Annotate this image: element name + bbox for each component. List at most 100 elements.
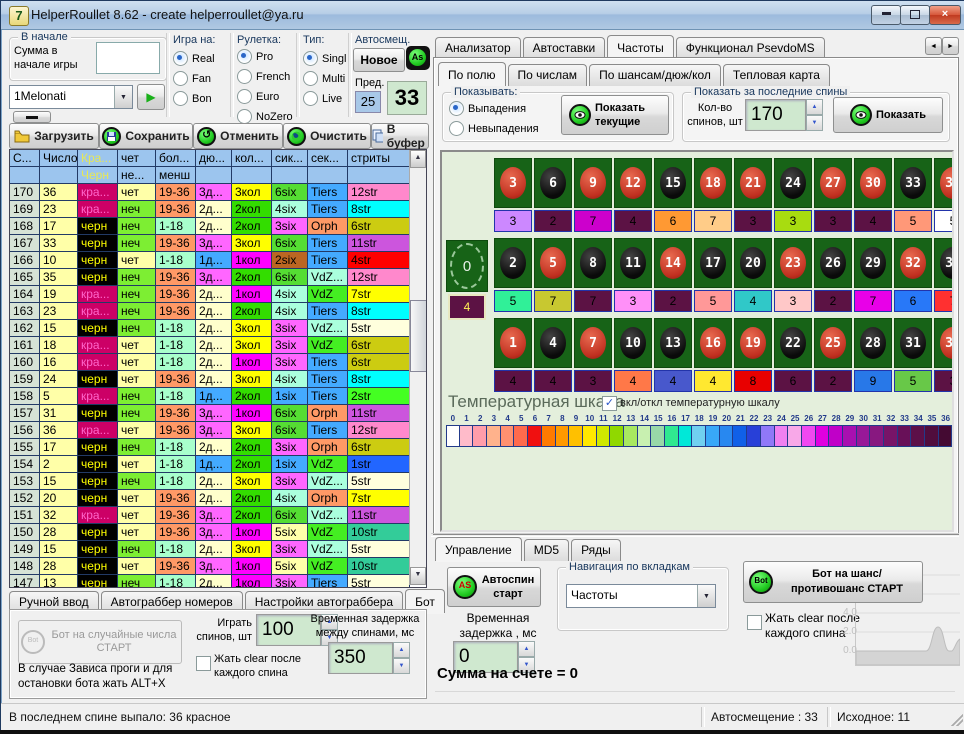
start-sum-input[interactable]	[96, 42, 160, 74]
chevron-down-icon[interactable]: ▼	[697, 585, 715, 607]
table-row[interactable]: 15636кра...чет19-363д...3кол6sixTiers12s…	[10, 422, 410, 439]
color-cell: черн	[78, 490, 118, 507]
spin-delay-stepper[interactable]: 350 ▲▼	[328, 642, 410, 674]
minimize-button[interactable]	[871, 5, 901, 25]
table-row[interactable]: 16733черннеч19-363д...3кол6sixTiers11str	[10, 235, 410, 252]
parity-cell: чет	[118, 252, 156, 269]
table-row[interactable]: 16118кра...чет1-182д...3кол3sixVdZ6str	[10, 337, 410, 354]
table-row[interactable]: 15132кра...чет19-363д...2кол6sixVdZ...11…	[10, 507, 410, 524]
autospin-start-button[interactable]: AS Автоспин старт	[447, 567, 541, 607]
tab-analyzer-Анализатор[interactable]: Анализатор	[435, 37, 521, 59]
table-row[interactable]: 14915черннеч1-182д...3кол3sixVdZ...5str	[10, 541, 410, 558]
collapse-button[interactable]	[13, 111, 51, 123]
table-row[interactable]: 17036кра...чет19-363д...3кол6sixTiers12s…	[10, 184, 410, 201]
show-current-button[interactable]: Показать текущие	[561, 95, 669, 135]
street-cell: 11str	[348, 405, 410, 422]
tabs-scroll-right-icon[interactable]: ►	[942, 37, 959, 55]
temp-scale-checkbox[interactable]: ✓	[602, 396, 617, 411]
as-badge-frame[interactable]: As	[406, 46, 430, 70]
play-button[interactable]: ▶	[137, 84, 165, 110]
preset-select[interactable]: 1Melonati ▼	[9, 85, 133, 109]
spin-down-icon[interactable]: ▼	[393, 658, 410, 674]
table-row[interactable]: 16610чернчет1-181д...1кол2sixTiers4str	[10, 252, 410, 269]
table-row[interactable]: 15315черннеч1-182д...3кол3sixVdZ...5str	[10, 473, 410, 490]
table-row[interactable]: 1585кра...неч1-181д...2кол1sixTiers2str	[10, 388, 410, 405]
table-scrollbar[interactable]: ▲ ▼	[409, 150, 426, 585]
red-number: 18	[700, 167, 726, 199]
table-row[interactable]: 16923кра...неч19-362д...2кол4sixTiers8st…	[10, 201, 410, 218]
table-row[interactable]: 15220чернчет19-362д...2кол4sixOrph7str	[10, 490, 410, 507]
undo-button[interactable]: ↺ Отменить	[193, 123, 283, 149]
red-number: 21	[740, 167, 766, 199]
radio-type-Multi[interactable]: Multi	[303, 71, 346, 86]
close-button[interactable]: ×	[929, 5, 961, 25]
spin-up-icon[interactable]: ▲	[806, 99, 823, 115]
spin-cell: 161	[10, 337, 40, 354]
spin-up-icon[interactable]: ▲	[518, 641, 535, 657]
column-header	[308, 167, 348, 184]
radio-game-on-Real[interactable]: Real	[173, 51, 215, 66]
chevron-down-icon[interactable]: ▼	[114, 86, 132, 108]
table-row[interactable]: 16215черннеч1-182д...3кол3sixVdZ...5str	[10, 320, 410, 337]
tab-analyzer-Функционал PsevdoMS[interactable]: Функционал PsevdoMS	[676, 37, 825, 59]
parity-cell: чет	[118, 507, 156, 524]
radio-roulette-NoZero[interactable]: NoZero	[237, 109, 293, 124]
tab-freq-Тепловая карта[interactable]: Тепловая карта	[723, 64, 830, 86]
spins-qty-stepper[interactable]: 170 ▲▼	[745, 99, 823, 131]
clear-button[interactable]: Очистить	[283, 123, 371, 149]
radio-roulette-French[interactable]: French	[237, 69, 293, 84]
radio-type-Live[interactable]: Live	[303, 91, 346, 106]
table-row[interactable]: 16016кра...чет1-182д...1кол3sixTiers6str	[10, 354, 410, 371]
table-row[interactable]: 14713черннеч1-182д...1кол3sixTiers5str	[10, 575, 410, 588]
radio-game-on-Bon[interactable]: Bon	[173, 91, 215, 106]
table-row[interactable]: 16817черннеч1-182д...2кол3sixOrph6str	[10, 218, 410, 235]
radio-roulette-Euro[interactable]: Euro	[237, 89, 293, 104]
chance-bot-start-button[interactable]: Bot Бот на шанс/противошанс СТАРТ	[743, 561, 923, 603]
spin-delay-value[interactable]: 350	[328, 642, 393, 674]
radio-type-Singl[interactable]: Singl	[303, 51, 346, 66]
tab-control-Управление[interactable]: Управление	[435, 537, 522, 561]
tab-analyzer-Частоты[interactable]: Частоты	[607, 35, 674, 59]
control-clear-checkbox[interactable]	[747, 615, 762, 630]
radio-show-Невыпадения[interactable]: Невыпадения	[449, 121, 539, 136]
table-row[interactable]: 16323кра...неч19-362д...2кол4sixTiers8st…	[10, 303, 410, 320]
maximize-button[interactable]	[900, 5, 930, 25]
spins-qty-value[interactable]: 170	[745, 99, 806, 131]
save-button[interactable]: Сохранить	[99, 123, 193, 149]
tab-analyzer-Автоставки[interactable]: Автоставки	[523, 37, 606, 59]
clear-after-spin-checkbox[interactable]	[196, 656, 211, 671]
radio-game-on-Fan[interactable]: Fan	[173, 71, 215, 86]
table-row[interactable]: 15028чернчет19-363д...1кол5sixVdZ10str	[10, 524, 410, 541]
tab-freq-По шансам/дюж/кол[interactable]: По шансам/дюж/кол	[589, 64, 721, 86]
spin-down-icon[interactable]: ▼	[806, 115, 823, 131]
color-cell: черн	[78, 524, 118, 541]
random-bot-button[interactable]: Bot Бот на случайные числа СТАРТ	[18, 620, 182, 664]
table-row[interactable]: 15731черннеч19-363д...1кол6sixOrph11str	[10, 405, 410, 422]
tab-control-Ряды[interactable]: Ряды	[571, 539, 621, 561]
tab-freq-По полю[interactable]: По полю	[438, 62, 506, 86]
new-autoshift-button[interactable]: Новое	[353, 48, 405, 72]
tab-freq-По числам[interactable]: По числам	[508, 64, 588, 86]
column-header: сик...	[272, 150, 308, 167]
resize-grip[interactable]	[951, 714, 963, 726]
radio-show-Выпадения[interactable]: Выпадения	[449, 101, 539, 116]
scroll-down-icon[interactable]: ▼	[410, 567, 426, 585]
table-row[interactable]: 16419кра...неч19-362д...1кол4sixVdZ7str	[10, 286, 410, 303]
table-row[interactable]: 14828чернчет19-363д...1кол5sixVdZ10str	[10, 558, 410, 575]
table-row[interactable]: 15517черннеч1-182д...2кол3sixOrph6str	[10, 439, 410, 456]
board-number-cell: 12	[614, 158, 652, 208]
scroll-thumb[interactable]	[410, 300, 427, 372]
radio-roulette-Pro[interactable]: Pro	[237, 49, 293, 64]
table-row[interactable]: 1542чернчет1-181д...2кол1sixVdZ1str	[10, 456, 410, 473]
spin-up-icon[interactable]: ▲	[393, 642, 410, 658]
load-button[interactable]: Загрузить	[9, 123, 99, 149]
nav-select[interactable]: Частоты ▼	[566, 584, 716, 608]
table-row[interactable]: 16535черннеч19-363д...2кол6sixVdZ...12st…	[10, 269, 410, 286]
tab-control-MD5[interactable]: MD5	[524, 539, 569, 561]
tabs-scroll-left-icon[interactable]: ◄	[925, 37, 942, 55]
show-button[interactable]: Показать	[833, 97, 943, 133]
table-row[interactable]: 15924чернчет19-362д...3кол4sixTiers8str	[10, 371, 410, 388]
copy-to-clipboard-button[interactable]: В буфер	[371, 123, 429, 149]
scale-color	[542, 425, 556, 447]
scroll-up-icon[interactable]: ▲	[410, 150, 426, 168]
